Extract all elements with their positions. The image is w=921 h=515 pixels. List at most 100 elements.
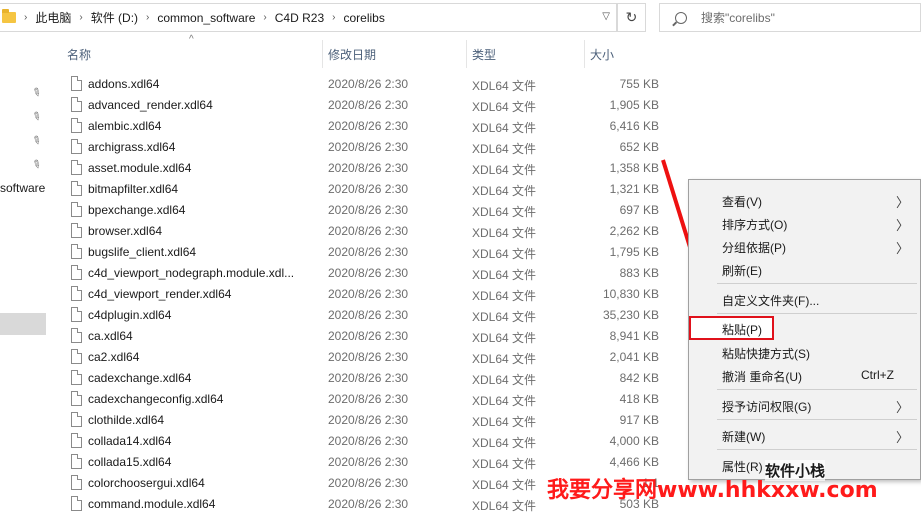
breadcrumb-c4d-r23[interactable]: C4D R23 <box>275 11 324 25</box>
file-row[interactable]: clothilde.xdl64 2020/8/26 2:30 XDL64 文件 917… <box>62 409 667 430</box>
file-name[interactable]: alembic.xdl64 <box>88 119 161 133</box>
menu-separator <box>717 419 917 420</box>
file-icon <box>71 412 82 427</box>
file-size: 6,416 KB <box>609 119 659 133</box>
file-row[interactable]: asset.module.xdl64 2020/8/26 2:30 XDL64 文件… <box>62 157 667 178</box>
file-name[interactable]: advanced_render.xdl64 <box>88 98 213 112</box>
menu-item-new[interactable]: 新建(W) 〉 <box>689 424 920 446</box>
file-icon <box>71 349 82 364</box>
file-name[interactable]: cadexchange.xdl64 <box>88 371 191 385</box>
file-row[interactable]: advanced_render.xdl64 2020/8/26 2:30 XDL64… <box>62 94 667 115</box>
file-size: 755 KB <box>619 77 659 91</box>
chevron-right-icon: 〉 <box>896 400 910 415</box>
chevron-right-icon[interactable]: › <box>16 12 35 23</box>
chevron-right-icon: 〉 <box>896 241 910 256</box>
file-name[interactable]: browser.xdl64 <box>88 224 162 238</box>
file-row[interactable]: collada15.xdl64 2020/8/26 2:30 XDL64 文件 4,4… <box>62 451 667 472</box>
file-name[interactable]: bitmapfilter.xdl64 <box>88 182 178 196</box>
file-type: XDL64 文件 <box>472 184 537 198</box>
file-name[interactable]: c4d_viewport_render.xdl64 <box>88 287 231 301</box>
file-name[interactable]: bpexchange.xdl64 <box>88 203 185 217</box>
file-size: 883 KB <box>619 266 659 280</box>
menu-item-grant-access[interactable]: 授予访问权限(G) 〉 <box>689 394 920 416</box>
menu-separator <box>717 283 917 284</box>
file-name[interactable]: archigrass.xdl64 <box>88 140 175 154</box>
file-row[interactable]: bpexchange.xdl64 2020/8/26 2:30 XDL64 文件 69… <box>62 199 667 220</box>
search-box[interactable]: 搜索"corelibs" <box>659 3 921 32</box>
search-icon <box>675 11 687 24</box>
file-name[interactable]: ca2.xdl64 <box>88 350 139 364</box>
file-name[interactable]: c4dplugin.xdl64 <box>88 308 171 322</box>
menu-item-customize-folder[interactable]: 自定义文件夹(F)... <box>689 288 920 310</box>
menu-item-sort[interactable]: 排序方式(O) 〉 <box>689 212 920 234</box>
column-date[interactable]: 修改日期 <box>323 40 467 68</box>
file-row[interactable]: collada14.xdl64 2020/8/26 2:30 XDL64 文件 4,0… <box>62 430 667 451</box>
file-icon <box>71 76 82 91</box>
file-row[interactable]: bugslife_client.xdl64 2020/8/26 2:30 XDL64… <box>62 241 667 262</box>
menu-item-paste-shortcut[interactable]: 粘贴快捷方式(S) <box>689 341 920 363</box>
file-row[interactable]: archigrass.xdl64 2020/8/26 2:30 XDL64 文件 65… <box>62 136 667 157</box>
file-icon <box>71 370 82 385</box>
file-name[interactable]: colorchoosergui.xdl64 <box>88 476 205 490</box>
column-name[interactable]: 名称 <box>62 40 323 68</box>
file-row[interactable]: cadexchangeconfig.xdl64 2020/8/26 2:30 XDL… <box>62 388 667 409</box>
chevron-right-icon[interactable]: › <box>71 12 90 23</box>
file-row[interactable]: c4dplugin.xdl64 2020/8/26 2:30 XDL64 文件 35,… <box>62 304 667 325</box>
file-name[interactable]: c4d_viewport_nodegraph.module.xdl... <box>88 266 294 280</box>
file-name[interactable]: collada15.xdl64 <box>88 455 171 469</box>
file-name[interactable]: ca.xdl64 <box>88 329 133 343</box>
address-toolbar: › 此电脑 › 软件 (D:) › common_software › C4D … <box>0 0 921 36</box>
menu-item-undo-rename[interactable]: 撤消 重命名(U) Ctrl+Z <box>689 364 920 386</box>
pin-icon[interactable]: ✎ <box>29 109 43 124</box>
file-name[interactable]: collada14.xdl64 <box>88 434 171 448</box>
file-icon <box>71 454 82 469</box>
file-name[interactable]: cadexchangeconfig.xdl64 <box>88 392 223 406</box>
menu-item-paste[interactable]: 粘贴(P) <box>689 316 774 340</box>
file-date: 2020/8/26 2:30 <box>328 119 409 133</box>
file-icon <box>71 244 82 259</box>
file-row[interactable]: ca2.xdl64 2020/8/26 2:30 XDL64 文件 2,041 KB <box>62 346 667 367</box>
file-type: XDL64 文件 <box>472 79 537 93</box>
pin-icon[interactable]: ✎ <box>29 85 43 100</box>
file-row[interactable]: cadexchange.xdl64 2020/8/26 2:30 XDL64 文件 8… <box>62 367 667 388</box>
breadcrumb-drive-d[interactable]: 软件 (D:) <box>91 9 138 26</box>
pin-icon[interactable]: ✎ <box>29 133 43 148</box>
menu-item-refresh[interactable]: 刷新(E) <box>689 258 920 280</box>
folder-icon <box>2 9 16 23</box>
menu-item-view[interactable]: 查看(V) 〉 <box>689 189 920 211</box>
file-name[interactable]: addons.xdl64 <box>88 77 159 91</box>
file-name[interactable]: command.module.xdl64 <box>88 497 215 511</box>
file-name[interactable]: clothilde.xdl64 <box>88 413 164 427</box>
nav-item-selected[interactable] <box>0 313 46 335</box>
file-name[interactable]: asset.module.xdl64 <box>88 161 191 175</box>
address-bar[interactable]: › 此电脑 › 软件 (D:) › common_software › C4D … <box>0 3 617 32</box>
file-row[interactable]: browser.xdl64 2020/8/26 2:30 XDL64 文件 2,262… <box>62 220 667 241</box>
breadcrumb-this-pc[interactable]: 此电脑 <box>35 9 71 26</box>
pin-icon[interactable]: ✎ <box>29 157 43 172</box>
file-row[interactable]: bitmapfilter.xdl64 2020/8/26 2:30 XDL64 文件… <box>62 178 667 199</box>
nav-item-software[interactable]: software <box>0 181 45 195</box>
file-row[interactable]: alembic.xdl64 2020/8/26 2:30 XDL64 文件 6,416… <box>62 115 667 136</box>
file-type: XDL64 文件 <box>472 163 537 177</box>
menu-item-label: 查看(V) <box>722 195 762 209</box>
file-row[interactable]: c4d_viewport_nodegraph.module.xdl... 2020… <box>62 262 667 283</box>
file-row[interactable]: ca.xdl64 2020/8/26 2:30 XDL64 文件 8,941 KB <box>62 325 667 346</box>
menu-item-group[interactable]: 分组依据(P) 〉 <box>689 235 920 257</box>
breadcrumb-corelibs[interactable]: corelibs <box>343 11 384 25</box>
chevron-down-icon[interactable]: ▽ <box>602 11 610 22</box>
column-type[interactable]: 类型 <box>467 40 585 68</box>
chevron-right-icon[interactable]: › <box>138 12 157 23</box>
chevron-right-icon[interactable]: › <box>255 12 274 23</box>
context-menu: 查看(V) 〉 排序方式(O) 〉 分组依据(P) 〉 刷新(E) 自定义文件夹… <box>688 179 921 480</box>
refresh-button[interactable]: ↻ <box>617 3 646 32</box>
file-icon <box>71 433 82 448</box>
search-placeholder[interactable]: 搜索"corelibs" <box>701 9 775 26</box>
file-name[interactable]: bugslife_client.xdl64 <box>88 245 196 259</box>
column-size[interactable]: 大小 <box>585 40 667 68</box>
chevron-right-icon[interactable]: › <box>324 12 343 23</box>
file-type: XDL64 文件 <box>472 436 537 450</box>
breadcrumb-common-software[interactable]: common_software <box>157 11 255 25</box>
file-row[interactable]: addons.xdl64 2020/8/26 2:30 XDL64 文件 755 KB <box>62 73 667 94</box>
file-date: 2020/8/26 2:30 <box>328 245 409 259</box>
file-row[interactable]: c4d_viewport_render.xdl64 2020/8/26 2:30 X… <box>62 283 667 304</box>
